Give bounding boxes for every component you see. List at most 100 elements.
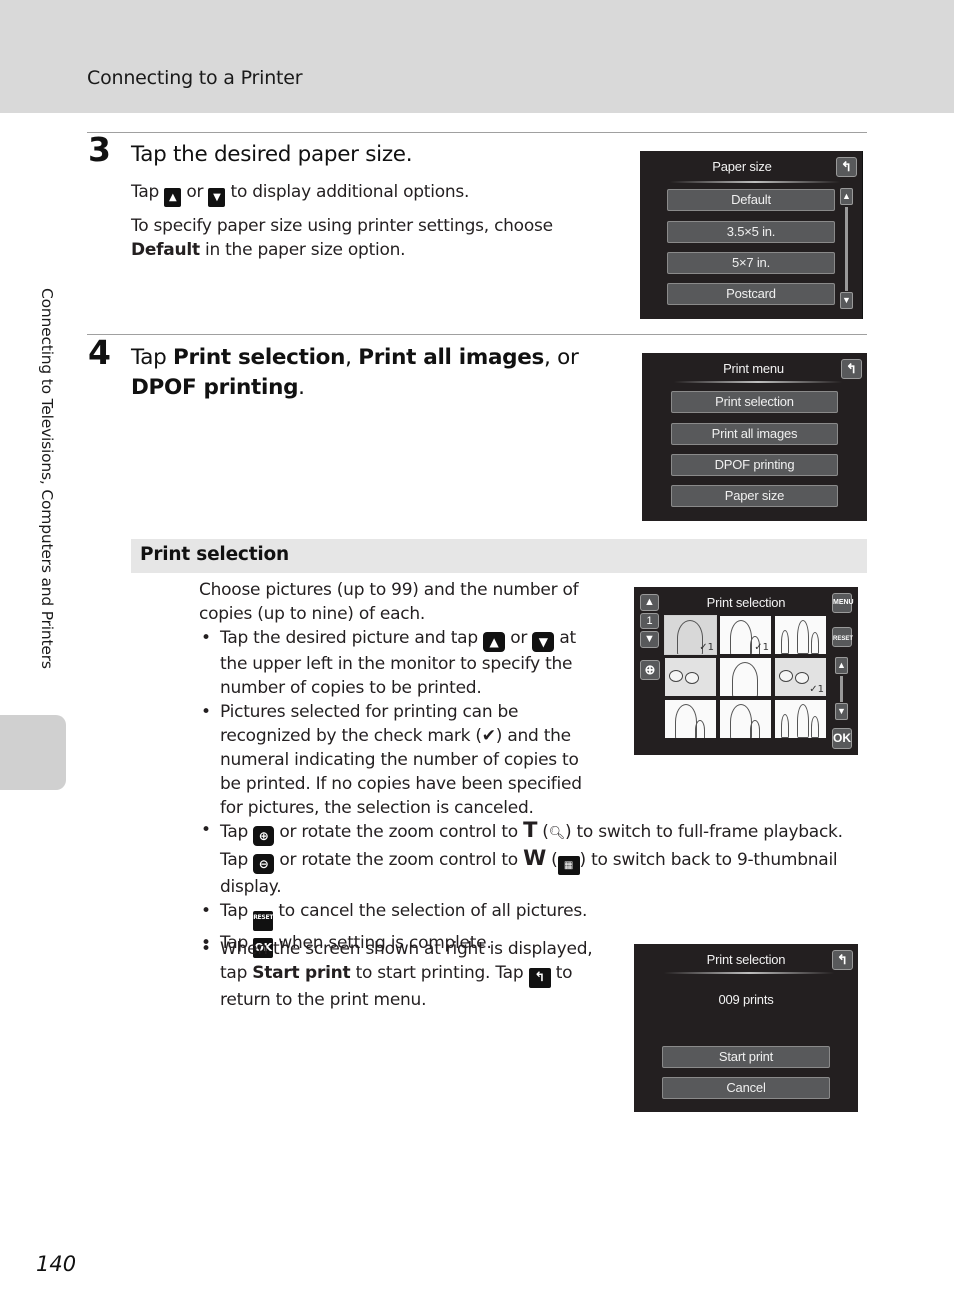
thumbnail[interactable] (665, 700, 716, 738)
thumbnail[interactable] (720, 700, 771, 738)
thumbnail[interactable]: ✓1 (775, 658, 826, 696)
text: Tap (220, 822, 249, 842)
screen-title: Print menu (723, 361, 784, 376)
step-title: Tap Print selection, Print all images, o… (131, 343, 601, 403)
person-shape (695, 720, 705, 738)
scroll-down-icon[interactable]: ▼ (840, 292, 853, 309)
option-postcard[interactable]: Postcard (667, 283, 835, 305)
bold-term: Print all images (358, 345, 545, 370)
menu-button[interactable]: MENU (832, 593, 854, 613)
chapter-tab (0, 715, 66, 790)
text: Tap (131, 345, 167, 370)
person-shape (811, 716, 819, 738)
text: , or (544, 345, 579, 370)
scroll-up-icon[interactable]: ▲ (835, 657, 848, 674)
scroll-down-icon[interactable]: ▼ (835, 703, 848, 720)
text: ) to switch to full-frame playback. (564, 822, 843, 842)
option-print-selection[interactable]: Print selection (671, 391, 838, 413)
subsection-heading: Print selection (131, 539, 867, 573)
text: Tap the desired picture and tap (220, 628, 478, 648)
option-dpof-printing[interactable]: DPOF printing (671, 454, 838, 476)
copies-up-button[interactable]: ▲ (640, 594, 659, 611)
person-shape (730, 704, 752, 738)
back-icon[interactable]: ↰ (832, 950, 853, 970)
start-print-screen: Print selection ↰ 009 prints Start print… (634, 944, 858, 1112)
screen-title: Print selection (706, 595, 786, 610)
copies-down-icon: ▼ (532, 632, 555, 652)
thumbnail[interactable] (665, 658, 716, 696)
text: To specify paper size using printer sett… (131, 216, 553, 236)
print-menu-screen: Print menu ↰ Print selection Print all i… (642, 353, 867, 521)
text: or (510, 628, 528, 648)
text: Pictures selected for printing can be re… (220, 702, 519, 746)
text: Tap (220, 901, 249, 921)
option-default[interactable]: Default (667, 189, 835, 211)
thumbnail[interactable]: ✓1 (664, 615, 717, 655)
screen-title: Paper size (712, 159, 772, 174)
bullet-item: Tap the desired picture and tap ▲ or ▼ a… (199, 626, 604, 700)
copies-badge: ✓1 (699, 642, 714, 653)
intro-text: Choose pictures (up to 99) and the numbe… (199, 580, 579, 624)
print-count: 009 prints (718, 992, 774, 1007)
text: , (345, 345, 352, 370)
text: . (298, 375, 305, 400)
step-title: Tap the desired paper size. (131, 142, 413, 167)
bullet-list-bottom: When the screen shown at right is displa… (199, 937, 604, 1012)
bold-term: Default (131, 240, 200, 260)
scroll-up-icon[interactable]: ▲ (840, 188, 853, 205)
title-underline (664, 972, 834, 974)
text: Tap (131, 182, 160, 202)
scrollbar[interactable] (840, 676, 843, 702)
copies-badge: ✓1 (754, 642, 769, 653)
title-underline (674, 381, 842, 383)
thumbnail[interactable] (775, 616, 826, 654)
copies-down-button[interactable]: ▼ (640, 631, 659, 648)
option-print-all-images[interactable]: Print all images (671, 423, 838, 445)
title-underline (670, 181, 840, 183)
subsection-title: Print selection (140, 544, 289, 565)
check-mark-icon: ✔ (481, 726, 496, 746)
text: Tap (220, 850, 249, 870)
person-shape (781, 714, 789, 738)
paper-size-screen: Paper size ↰ Default 3.5×5 in. 5×7 in. P… (640, 151, 864, 319)
start-print-button[interactable]: Start print (662, 1046, 830, 1068)
text: to cancel the selection of all pictures. (278, 901, 588, 921)
option-paper-size[interactable]: Paper size (671, 485, 838, 507)
zoom-in-icon[interactable]: ⊕ (640, 660, 660, 680)
bullet-item: Tap ⊕ or rotate the zoom control to T (🔍… (199, 818, 869, 899)
screen-title: Print selection (706, 952, 786, 967)
bullet-item: When the screen shown at right is displa… (199, 937, 604, 1012)
reset-icon: RESET (253, 911, 273, 931)
back-icon[interactable]: ↰ (836, 157, 857, 177)
reset-button[interactable]: RESET (832, 627, 853, 647)
back-icon[interactable]: ↰ (841, 359, 862, 379)
cancel-button[interactable]: Cancel (662, 1077, 830, 1099)
copies-badge: ✓1 (809, 684, 824, 695)
step-number: 3 (88, 130, 111, 169)
tele-label: T (523, 818, 538, 842)
zoom-in-icon: ⊕ (253, 826, 275, 846)
page-number: 140 (36, 1252, 77, 1276)
text: to start printing. Tap (355, 963, 524, 983)
thumbnail[interactable] (775, 700, 826, 738)
text: ( (551, 850, 558, 870)
option-3x5[interactable]: 3.5×5 in. (667, 221, 835, 243)
chapter-side-label: Connecting to Televisions, Computers and… (38, 288, 56, 669)
scrollbar[interactable] (845, 207, 848, 291)
thumbnail[interactable] (720, 658, 771, 696)
person-shape (730, 620, 752, 654)
thumbnail[interactable]: ✓1 (720, 616, 771, 654)
step-instruction: Tap ▲ or ▼ to display additional options… (131, 180, 611, 207)
flower-shape (779, 670, 793, 682)
zoom-out-icon: ⊖ (253, 854, 275, 874)
text: to display additional options. (230, 182, 470, 202)
person-shape (675, 704, 697, 738)
wide-label: W (523, 846, 546, 870)
divider (87, 132, 867, 133)
flower-shape (669, 670, 683, 682)
scroll-down-icon: ▼ (208, 188, 226, 207)
ok-button[interactable]: OK (832, 728, 852, 749)
option-5x7[interactable]: 5×7 in. (667, 252, 835, 274)
thumbnail-grid: ✓1 ✓1 ✓1 (664, 615, 826, 738)
bold-term: Start print (252, 963, 351, 983)
